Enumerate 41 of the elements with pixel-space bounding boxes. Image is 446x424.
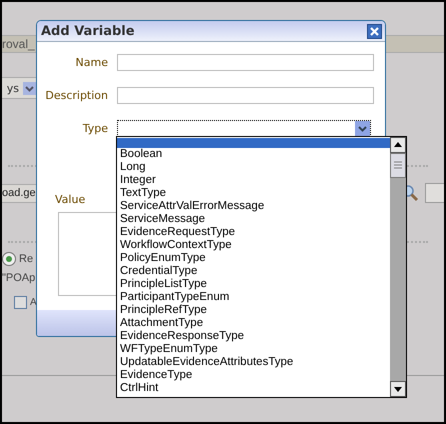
close-icon[interactable] <box>367 24 382 38</box>
scroll-down-icon[interactable] <box>390 381 406 397</box>
checkbox[interactable] <box>14 296 27 309</box>
text-field[interactable]: oad.ge <box>2 184 38 202</box>
dropdown-option[interactable]: PrincipleListType <box>117 278 390 291</box>
dropdown-option[interactable]: AttachmentType <box>117 317 390 330</box>
dropdown-option[interactable]: ParticipantTypeEnum <box>117 291 390 304</box>
dropdown-option[interactable]: ServiceAttrValErrorMessage <box>117 200 390 213</box>
dropdown-option[interactable]: WFTypeEnumType <box>117 343 390 356</box>
dropdown-option[interactable]: PrincipleRefType <box>117 304 390 317</box>
radio-label: Re <box>19 253 34 265</box>
page-title: roval_ <box>2 36 35 52</box>
dropdown-option[interactable]: EvidenceType <box>117 369 390 382</box>
dropdown-option[interactable]: Boolean <box>117 148 390 161</box>
field-label: Value <box>55 193 86 206</box>
dropdown-option[interactable]: EvidenceRequestType <box>117 226 390 239</box>
dialog-title: Add Variable <box>41 24 135 38</box>
dropdown-option[interactable]: CredentialType <box>117 265 390 278</box>
dropdown-option[interactable]: TextType <box>117 187 390 200</box>
caret-icon <box>23 82 36 94</box>
scrollbar[interactable] <box>390 137 406 397</box>
field-label: Type <box>82 122 108 135</box>
caret-icon <box>355 121 370 136</box>
input-field[interactable] <box>117 54 374 71</box>
field-label: Name <box>74 56 108 69</box>
checkbox-label: A <box>30 297 37 308</box>
dropdown-option[interactable]: UpdatableEvidenceAttributesType <box>117 356 390 369</box>
dropdown-option[interactable]: EvidenceResponseType <box>117 330 390 343</box>
dropdown-option[interactable]: ServiceMessage <box>117 213 390 226</box>
dropdown-option[interactable]: PolicyEnumType <box>117 252 390 265</box>
small-button[interactable] <box>425 183 444 203</box>
dropdown-option[interactable]: Long <box>117 161 390 174</box>
dropdown-option[interactable]: WorkflowContextType <box>117 239 390 252</box>
field-label: Description <box>44 89 108 102</box>
scroll-up-icon[interactable] <box>390 137 406 153</box>
radio-button[interactable] <box>2 252 16 266</box>
value-text: "POAp <box>2 272 36 284</box>
scroll-thumb-icon[interactable] <box>390 153 406 178</box>
input-field[interactable] <box>117 87 374 104</box>
dropdown-option[interactable]: CtrlHint <box>117 382 390 395</box>
dropdown-option[interactable]: Integer <box>117 174 390 187</box>
